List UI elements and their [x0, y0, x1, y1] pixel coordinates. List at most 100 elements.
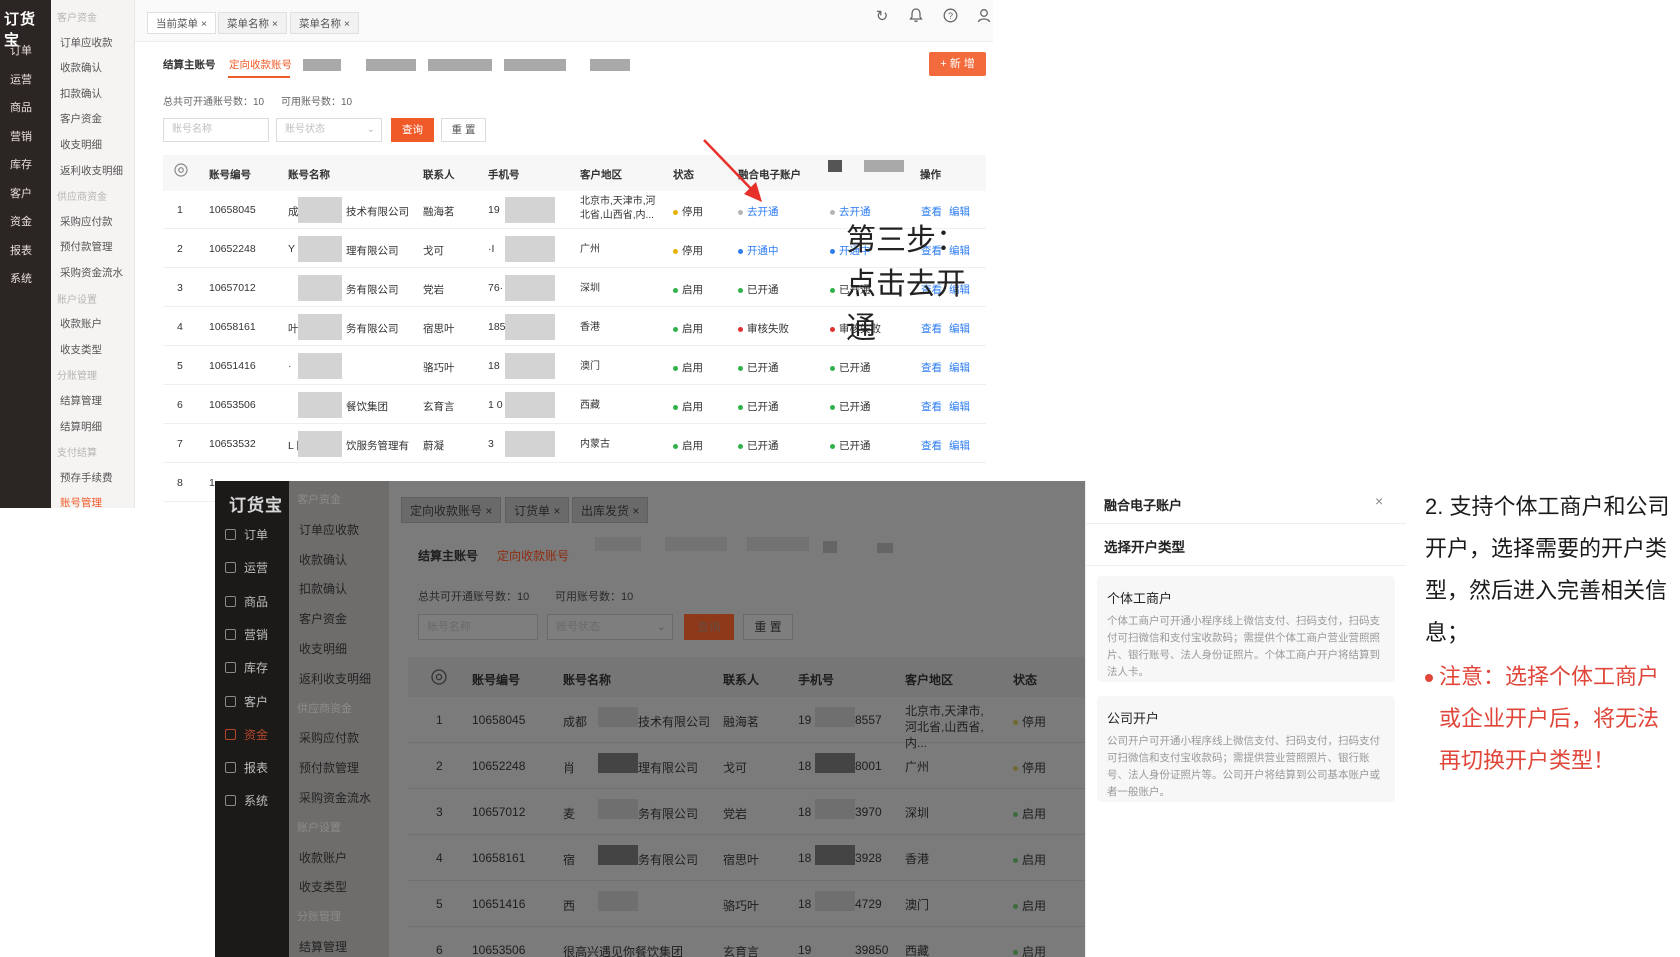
sub-nav-item[interactable]: 收款账户 [60, 316, 102, 331]
account-status-select[interactable]: 账号状态 ⌄ [547, 614, 673, 640]
sub-nav-item[interactable]: 收支类型 [60, 342, 102, 357]
sub-nav-item[interactable]: 收支明细 [299, 640, 347, 657]
refresh-icon[interactable]: ↻ [873, 8, 891, 26]
account-name-input[interactable]: 账号名称 [163, 118, 269, 142]
reset-button[interactable]: 重 置 [743, 614, 793, 640]
column-settings-icon[interactable] [173, 162, 189, 183]
sub-nav-item[interactable]: 预存手续费 [60, 470, 113, 485]
cell-phone-suffix: 3928 [855, 851, 882, 865]
subtab-main-account[interactable]: 结算主账号 [418, 547, 478, 564]
nav-item[interactable]: 库存 [10, 156, 32, 172]
sub-nav-item[interactable]: 收支类型 [299, 878, 347, 895]
sub-nav-item[interactable]: 收支明细 [60, 137, 102, 152]
nav-item[interactable]: 资金 [10, 213, 32, 229]
tab-menu-name-2[interactable]: 菜单名称 × [290, 12, 360, 34]
nav-item[interactable]: 商品 [225, 593, 268, 610]
nav-item[interactable]: 系统 [10, 270, 32, 286]
nav-item[interactable]: 库存 [225, 659, 268, 676]
sub-nav-item[interactable]: 预付款管理 [299, 759, 359, 776]
tab-order[interactable]: 订货单 × [505, 497, 570, 523]
nav-item-label: 系统 [244, 794, 269, 809]
view-link[interactable]: 查看 [921, 399, 942, 414]
nav-item[interactable]: 运营 [10, 71, 32, 87]
warning-bullet [1425, 674, 1433, 682]
nav-item[interactable]: 营销 [225, 626, 268, 643]
cell-fusion-account-text: 已开通 [747, 284, 779, 296]
cell-fusion-account-2-text: 已开通 [839, 440, 871, 452]
sub-nav-item[interactable]: 返利收支明细 [299, 670, 371, 687]
sub-nav-item[interactable]: 预付款管理 [60, 239, 113, 254]
sub-nav-item[interactable]: 客户资金 [299, 610, 347, 627]
sub-nav-item[interactable]: 采购资金流水 [299, 789, 371, 806]
row-index: 8 [177, 477, 183, 489]
sub-nav-item[interactable]: 订单应收款 [60, 35, 113, 50]
cell-status-text: 启用 [682, 323, 703, 335]
nav-item[interactable]: 报表 [10, 242, 32, 258]
sub-nav-item[interactable]: 返利收支明细 [60, 163, 123, 178]
cell-phone: ·I [488, 243, 495, 255]
nav-item[interactable]: 报表 [225, 759, 268, 776]
cell-fusion-account: 已开通 [738, 360, 779, 375]
bell-icon[interactable] [907, 8, 925, 26]
nav-item[interactable]: 客户 [225, 693, 268, 710]
sub-nav-item[interactable]: 收款确认 [60, 60, 102, 75]
query-button[interactable]: 查询 [684, 614, 734, 640]
row-index: 4 [177, 321, 183, 333]
sub-nav-item[interactable]: 采购应付款 [299, 729, 359, 746]
tab-directed-account[interactable]: 定向收款账号 × [401, 497, 502, 523]
nav-item[interactable]: 客户 [10, 185, 32, 201]
cell-status-text: 启用 [1022, 853, 1047, 867]
sub-nav-item[interactable]: 收款账户 [299, 849, 347, 866]
nav-item[interactable]: 资金 [225, 726, 268, 743]
col-phone: 手机号 [798, 673, 835, 687]
cell-status: 启用 [673, 438, 703, 453]
account-status-select[interactable]: 账号状态 ⌄ [276, 118, 382, 142]
edit-link[interactable]: 编辑 [949, 438, 970, 453]
subtab-main-account[interactable]: 结算主账号 [163, 57, 216, 72]
tab-menu-name-1[interactable]: 菜单名称 × [218, 12, 288, 34]
tab-outbound[interactable]: 出库发货 × [572, 497, 649, 523]
reset-button[interactable]: 重 置 [441, 118, 486, 142]
chevron-down-icon: ⌄ [656, 621, 666, 633]
subtab-directed-account[interactable]: 定向收款账号 [229, 57, 292, 72]
sub-nav-item[interactable]: 订单应收款 [299, 521, 359, 538]
sub-nav-group-label: 账户设置 [297, 821, 341, 834]
view-link[interactable]: 查看 [921, 360, 942, 375]
query-button[interactable]: 查询 [391, 118, 434, 142]
sub-nav-item[interactable]: 结算管理 [60, 393, 102, 408]
edit-link[interactable]: 编辑 [949, 360, 970, 375]
nav-item[interactable]: 系统 [225, 792, 268, 809]
column-settings-icon[interactable] [430, 668, 448, 691]
sub-nav-item[interactable]: 客户资金 [60, 111, 102, 126]
nav-item[interactable]: 运营 [225, 559, 268, 576]
tab-current-menu[interactable]: 当前菜单 × [147, 12, 217, 34]
sub-nav-item[interactable]: 账号管理 [60, 495, 102, 508]
help-icon[interactable]: ? [941, 8, 959, 26]
col-account-id: 账号编号 [209, 169, 251, 181]
view-link[interactable]: 查看 [921, 438, 942, 453]
nav-item[interactable]: 订单 [225, 526, 268, 543]
cell-region: 广州 [905, 760, 930, 774]
sub-nav-item[interactable]: 扣款确认 [60, 86, 102, 101]
cell-account-name-suffix: 饮服务管理有 [346, 440, 409, 452]
nav-item[interactable]: 商品 [10, 99, 32, 115]
blurred-cell [598, 707, 638, 727]
row-index: 3 [436, 805, 443, 819]
sub-nav-item[interactable]: 收款确认 [299, 551, 347, 568]
option-individual-business[interactable]: 个体工商户 个体工商户可开通小程序线上微信支付、扫码支付，扫码支付可扫微信和支付… [1097, 576, 1395, 682]
add-button[interactable]: + 新 增 [929, 52, 986, 76]
sub-nav-item[interactable]: 采购应付款 [60, 214, 113, 229]
sub-nav-item[interactable]: 结算明细 [60, 419, 102, 434]
sub-nav-item[interactable]: 扣款确认 [299, 580, 347, 597]
nav-item[interactable]: 订单 [10, 42, 32, 58]
sub-nav-item[interactable]: 结算管理 [299, 938, 347, 955]
fusion-account-drawer: 融合电子账户 × 选择开户类型 个体工商户 个体工商户可开通小程序线上微信支付、… [1085, 481, 1406, 957]
option-company-account[interactable]: 公司开户 公司开户可开通小程序线上微信支付、扫码支付，扫码支付可扫微信和支付宝收… [1097, 696, 1395, 802]
account-name-input[interactable]: 账号名称 [418, 614, 538, 640]
close-icon[interactable]: × [1375, 493, 1383, 509]
sub-nav-item[interactable]: 采购资金流水 [60, 265, 123, 280]
nav-item[interactable]: 营销 [10, 128, 32, 144]
user-icon[interactable] [975, 8, 993, 26]
edit-link[interactable]: 编辑 [949, 399, 970, 414]
subtab-directed-account[interactable]: 定向收款账号 [497, 547, 569, 564]
